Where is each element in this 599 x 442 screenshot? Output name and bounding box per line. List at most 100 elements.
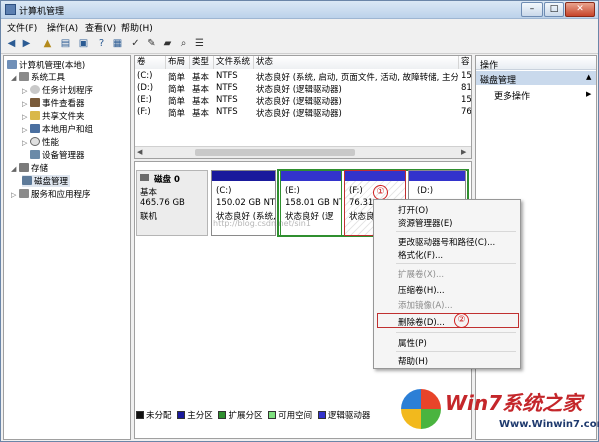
disk-info[interactable]: 磁盘 0 基本 465.76 GB 联机: [136, 170, 208, 236]
event-log-icon: [30, 98, 40, 107]
menu-file[interactable]: 文件(F): [7, 21, 37, 34]
tree-event-viewer[interactable]: ▷ 事件查看器: [22, 97, 85, 109]
forward-icon[interactable]: ▶: [20, 37, 33, 50]
legend-item: 扩展分区: [218, 411, 262, 421]
disk-icon: [140, 174, 149, 181]
expand-arrow-icon[interactable]: ▷: [22, 87, 30, 95]
menu-separator: [396, 332, 516, 333]
table-cell: NTFS: [216, 107, 238, 117]
volume-size: 76.31: [349, 198, 374, 208]
menu-item-add-mirror[interactable]: 添加镜像(A)...: [398, 299, 453, 311]
more-actions-arrow-icon[interactable]: ▶: [586, 90, 591, 98]
tree-shared-folders[interactable]: ▷ 共享文件夹: [22, 110, 85, 122]
column-header-capacity[interactable]: 容: [459, 56, 471, 69]
menu-separator: [396, 263, 516, 264]
logical-drive-bar: [345, 171, 405, 181]
tree-system-tools[interactable]: ◢ 系统工具: [11, 71, 65, 83]
menu-item-properties[interactable]: 属性(P): [398, 337, 427, 349]
scroll-right-icon[interactable]: ▶: [461, 148, 466, 156]
volume-label: (F:): [349, 186, 363, 196]
table-row[interactable]: (E:): [137, 95, 152, 105]
panel-icon[interactable]: ▦: [111, 37, 124, 50]
menu-item-help[interactable]: 帮助(H): [398, 355, 428, 367]
menu-item-shrink-volume[interactable]: 压缩卷(H)...: [398, 284, 445, 296]
collapse-up-icon[interactable]: ▲: [586, 73, 591, 81]
show-hide-tree-icon[interactable]: ▤: [59, 37, 72, 50]
table-cell: NTFS: [216, 83, 238, 93]
menu-view[interactable]: 查看(V): [85, 21, 116, 34]
folder-icon[interactable]: ▰: [161, 37, 174, 50]
up-folder-icon[interactable]: ▲: [41, 37, 54, 50]
volume-size: 150.02 GB NTF: [216, 198, 276, 208]
annotation-two: ②: [454, 313, 469, 328]
column-header-status[interactable]: 状态: [254, 56, 459, 69]
menu-item-explore[interactable]: 资源管理器(E): [398, 217, 453, 229]
column-header-volume[interactable]: 卷: [135, 56, 166, 69]
free-space-swatch: [268, 411, 277, 419]
primary-partition-bar: [212, 171, 275, 181]
volume-label: (D:): [417, 186, 434, 196]
column-header-filesystem[interactable]: 文件系统: [214, 56, 254, 69]
computer-management-window: 计算机管理 – □ ✕ 文件(F) 操作(A) 查看(V) 帮助(H) ◀ ▶ …: [0, 0, 599, 442]
more-actions-link[interactable]: 更多操作: [494, 89, 530, 102]
column-header-type[interactable]: 类型: [190, 56, 214, 69]
maximize-button[interactable]: □: [544, 2, 564, 17]
expand-arrow-icon[interactable]: ▷: [22, 113, 30, 121]
help-icon[interactable]: ?: [95, 37, 108, 50]
table-row[interactable]: (D:): [137, 83, 153, 93]
tree-task-scheduler[interactable]: ▷ 任务计划程序: [22, 84, 93, 96]
column-header-layout[interactable]: 布局: [166, 56, 190, 69]
tree-storage[interactable]: ◢ 存储: [11, 162, 48, 174]
expand-arrow-icon[interactable]: ▷: [22, 139, 30, 147]
search-icon[interactable]: ⌕: [177, 37, 190, 50]
table-cell: 简单: [168, 73, 186, 83]
tree-services[interactable]: ▷ 服务和应用程序: [11, 188, 91, 200]
collapse-arrow-icon[interactable]: ◢: [11, 165, 19, 173]
menu-separator: [396, 351, 516, 352]
menu-item-open[interactable]: 打开(O): [398, 204, 428, 216]
minimize-button[interactable]: –: [521, 2, 543, 17]
scroll-left-icon[interactable]: ◀: [137, 148, 142, 156]
tree-local-users[interactable]: ▷ 本地用户和组: [22, 123, 93, 135]
scrollbar-thumb[interactable]: [195, 149, 355, 156]
list-icon[interactable]: ☰: [193, 37, 206, 50]
close-button[interactable]: ✕: [565, 2, 595, 17]
tree-device-manager[interactable]: 设备管理器: [30, 149, 85, 161]
primary-swatch: [177, 411, 186, 419]
unallocated-swatch: [136, 411, 144, 419]
collapse-arrow-icon[interactable]: ◢: [11, 74, 19, 82]
table-row[interactable]: (C:): [137, 71, 152, 81]
table-cell: 状态良好 (逻辑驱动器): [256, 97, 342, 107]
expand-arrow-icon[interactable]: ▷: [22, 126, 30, 134]
expand-arrow-icon[interactable]: ▷: [22, 100, 30, 108]
properties-icon[interactable]: ▣: [77, 37, 90, 50]
tree-disk-management[interactable]: 磁盘管理: [22, 175, 71, 187]
table-cell: 76: [461, 107, 472, 117]
table-cell: 81: [461, 83, 472, 93]
table-row[interactable]: (F:): [137, 107, 151, 117]
toolbar: ◀ ▶ ▲ ▤ ▣ ? ▦ ✓ ✎ ▰ ⌕ ☰: [1, 34, 598, 54]
volume-size: 158.01 GB NT: [285, 198, 342, 208]
annotation-one: ①: [373, 185, 388, 200]
check-icon[interactable]: ✓: [129, 37, 142, 50]
disk-type: 基本: [140, 188, 158, 198]
menu-help[interactable]: 帮助(H): [121, 21, 153, 34]
performance-icon: [30, 137, 40, 146]
pencil-icon[interactable]: ✎: [145, 37, 158, 50]
menu-item-extend-volume[interactable]: 扩展卷(X)...: [398, 268, 444, 280]
menu-item-format[interactable]: 格式化(F)...: [398, 249, 443, 261]
menu-action[interactable]: 操作(A): [47, 21, 78, 34]
horizontal-scrollbar[interactable]: ◀ ▶: [135, 146, 471, 158]
legend-item: 未分配: [136, 411, 172, 421]
menu-item-delete-volume[interactable]: 删除卷(D)...: [398, 316, 445, 328]
legend-item: 主分区: [177, 411, 213, 421]
table-cell: 状态良好 (系统, 启动, 页面文件, 活动, 故障转储, 主分区): [256, 73, 458, 83]
actions-section-disk-management[interactable]: 磁盘管理 ▲: [476, 71, 596, 86]
tree-performance[interactable]: ▷ 性能: [22, 136, 59, 148]
expand-arrow-icon[interactable]: ▷: [11, 191, 19, 199]
menu-item-change-drive-letter[interactable]: 更改驱动器号和路径(C)...: [398, 236, 495, 248]
back-icon[interactable]: ◀: [5, 37, 18, 50]
table-cell: 状态良好 (逻辑驱动器): [256, 109, 342, 119]
tree-root[interactable]: 计算机管理(本地): [7, 59, 85, 71]
disk-size: 465.76 GB: [140, 198, 185, 208]
